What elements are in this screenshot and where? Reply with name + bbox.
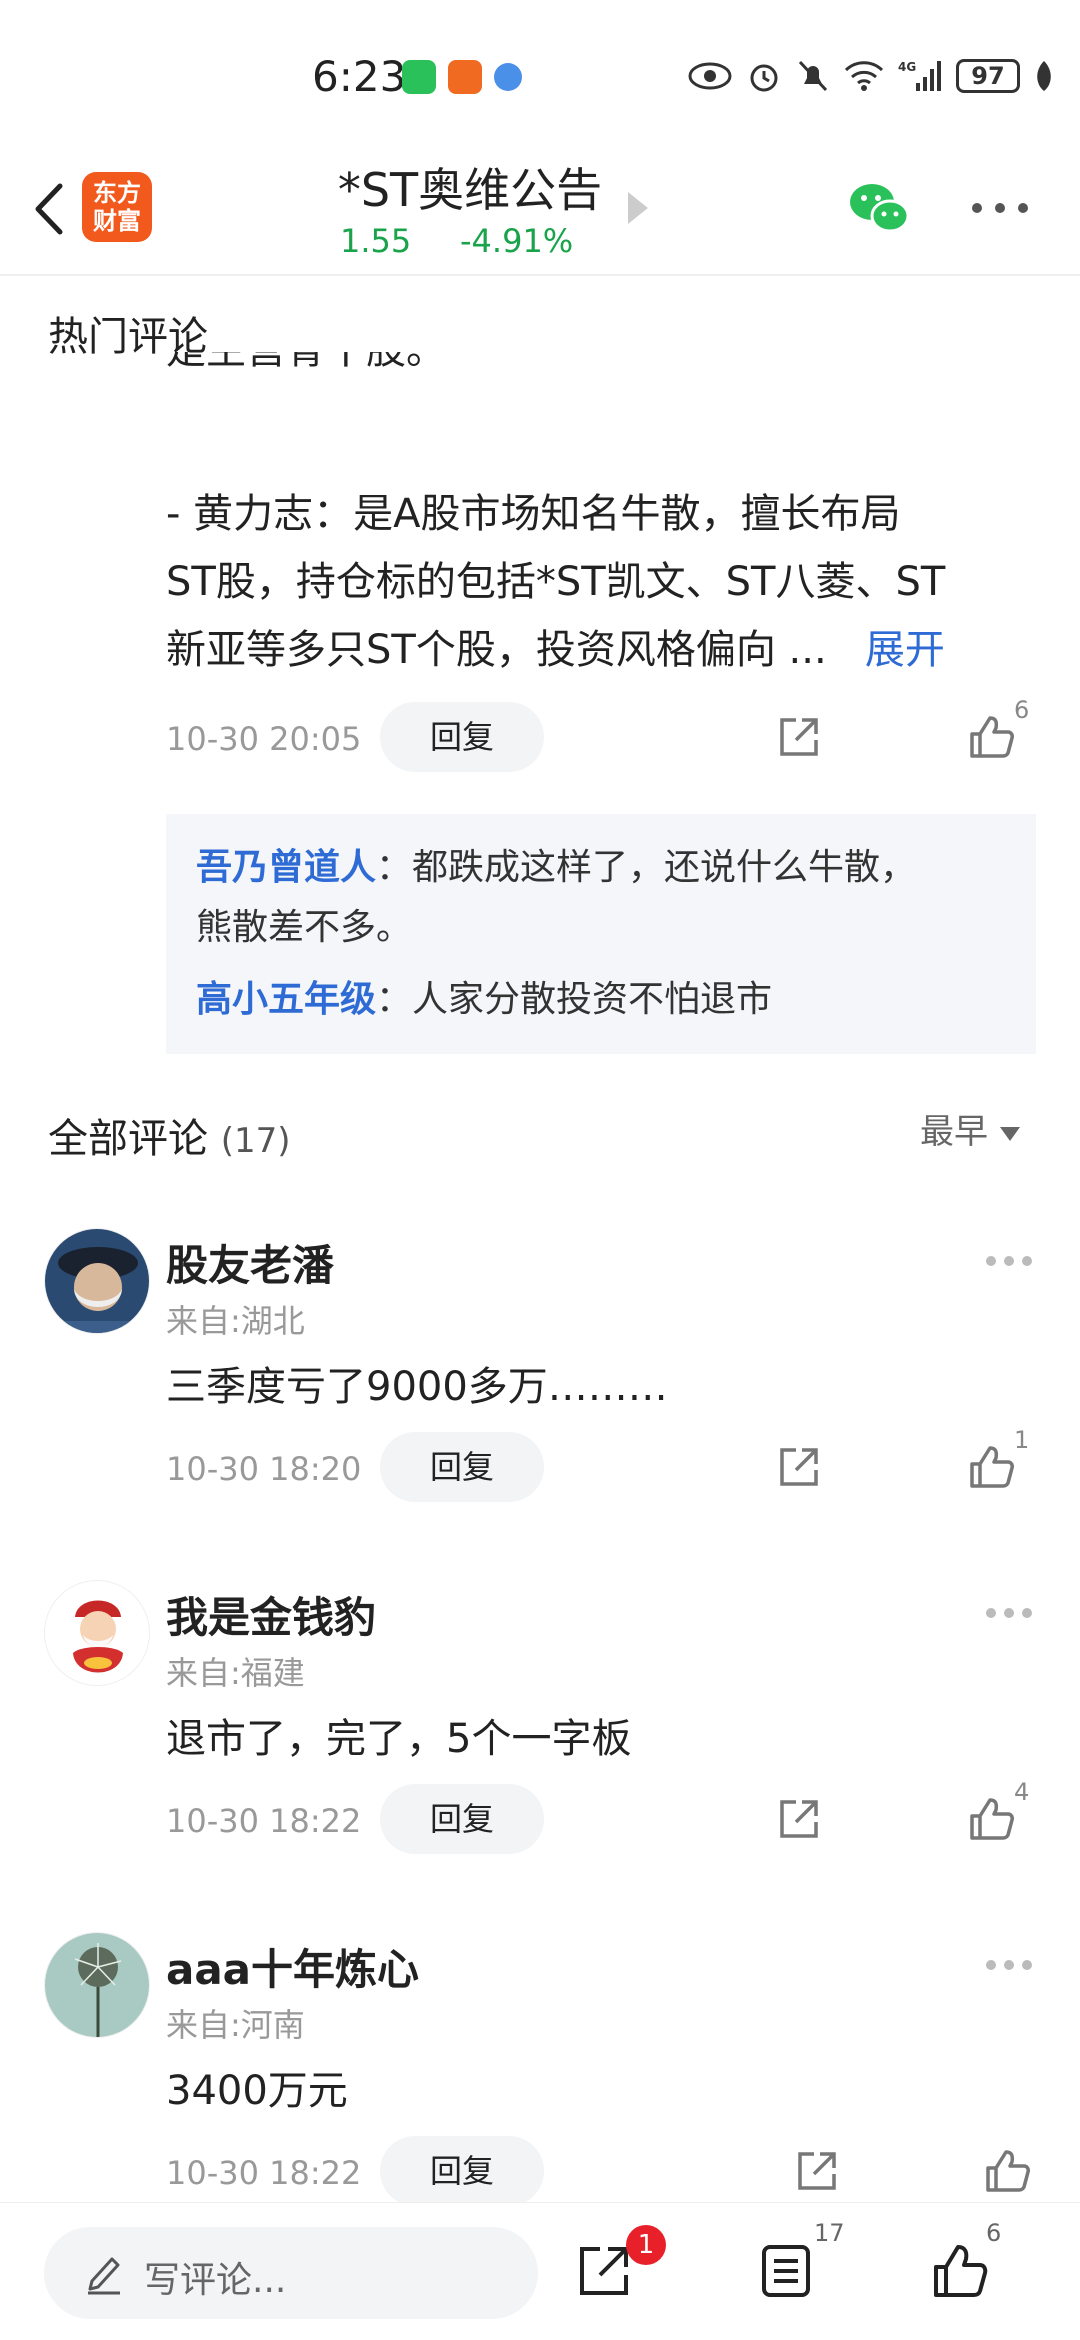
like-count: 6 — [1014, 696, 1030, 724]
sub-reply-text-cont: 熊散差不多。 — [196, 907, 413, 948]
expand-link[interactable]: 展开 — [865, 627, 945, 673]
mute-icon — [798, 60, 828, 92]
bottom-action-bar: 写评论... 1 17 6 — [0, 2202, 1080, 2340]
sort-dropdown[interactable]: 最早 — [920, 1104, 1020, 1153]
thumbs-up-icon[interactable] — [966, 1794, 1016, 1844]
avatar[interactable] — [44, 1228, 150, 1334]
wechat-share-icon[interactable] — [846, 180, 912, 236]
back-arrow-icon[interactable] — [20, 174, 80, 244]
reply-button[interactable]: 回复 — [380, 2136, 544, 2206]
comment-text: 三季度亏了9000多万……… — [166, 1364, 668, 1410]
sub-reply[interactable]: 吾乃曾道人：都跌成这样了，还说什么牛散， — [196, 838, 1006, 898]
sub-reply-text: 人家分散投资不怕退市 — [412, 979, 773, 1020]
wechat-notification-icon — [402, 60, 436, 94]
comment-actions: 10-30 18:22 回复 — [166, 2136, 1046, 2208]
truncated-text: 是主营骨干股。 — [166, 352, 1026, 370]
comment-author[interactable]: aaa十年炼心 — [166, 1936, 419, 1997]
sub-reply-author[interactable]: 高小五年级 — [196, 979, 376, 1020]
comment-count: 17 — [814, 2219, 845, 2247]
hot-comment-line-last: 新亚等多只ST个股，投资风格偏向 ... 展开 — [166, 616, 1026, 684]
hot-comment-body: - 黄力志：是A股市场知名牛散，擅长布局 ST股，持仓标的包括*ST凯文、ST八… — [166, 480, 1026, 684]
comment-actions: 10-30 18:22 回复 4 — [166, 1778, 1046, 1856]
hot-comment-actions: 10-30 20:05 回复 6 — [166, 696, 1046, 774]
stock-change: -4.91% — [460, 222, 574, 260]
comment-author[interactable]: 股友老潘 — [166, 1232, 334, 1293]
comment-location: 来自:湖北 — [166, 1302, 305, 1340]
status-bar: 6:23 4G 97 — [0, 0, 1080, 150]
sub-reply-author[interactable]: 吾乃曾道人 — [196, 847, 376, 888]
share-badge: 1 — [626, 2225, 666, 2265]
system-status-icons: 4G 97 — [688, 58, 1054, 94]
reply-button[interactable]: 回复 — [380, 1784, 544, 1854]
like-count: 4 — [1014, 1778, 1030, 1806]
leaf-icon — [1037, 61, 1051, 91]
share-icon[interactable] — [794, 2148, 840, 2194]
comment-time: 10-30 18:20 — [166, 1450, 362, 1488]
comment-text: 3400万元 — [166, 2068, 348, 2114]
svg-text:4G: 4G — [898, 60, 916, 74]
share-icon[interactable] — [776, 1444, 822, 1490]
comment-location: 来自:福建 — [166, 1654, 305, 1692]
thumbs-up-icon[interactable] — [930, 2241, 990, 2301]
eastmoney-logo: 东方 财富 — [82, 172, 152, 242]
all-comments-title: 全部评论 — [48, 1116, 208, 1162]
comment-placeholder: 写评论... — [144, 2260, 287, 2301]
page-title[interactable]: *ST奥维公告 — [300, 154, 640, 220]
logo-text-bottom: 财富 — [93, 207, 141, 235]
pencil-icon — [88, 2257, 120, 2295]
comment-actions: 10-30 18:20 回复 1 — [166, 1426, 1046, 1504]
comment-time: 10-30 18:22 — [166, 2154, 362, 2192]
sub-replies-box: 吾乃曾道人：都跌成这样了，还说什么牛散， 熊散差不多。 高小五年级：人家分散投资… — [166, 814, 1036, 1054]
all-comments-count: (17) — [220, 1121, 291, 1161]
alarm-icon — [750, 64, 778, 92]
comment-more-icon[interactable] — [986, 1960, 1032, 1972]
sub-reply[interactable]: 高小五年级：人家分散投资不怕退市 — [196, 970, 1006, 1030]
battery-indicator: 97 — [956, 59, 1020, 93]
reply-button[interactable]: 回复 — [380, 702, 544, 772]
write-comment-input[interactable]: 写评论... — [44, 2227, 538, 2319]
app-notification-icon — [448, 60, 482, 94]
thumbs-up-icon[interactable] — [966, 712, 1016, 762]
comment-author[interactable]: 我是金钱豹 — [166, 1584, 376, 1645]
eye-icon — [688, 62, 732, 90]
cellular-signal-icon: 4G — [898, 60, 941, 91]
comment-more-icon[interactable] — [986, 1256, 1032, 1268]
avatar[interactable] — [44, 1932, 150, 2038]
sort-label: 最早 — [920, 1112, 988, 1152]
notification-icons — [402, 60, 522, 94]
truncated-line: 是主营骨干股。 — [166, 352, 1026, 376]
all-comments-header: 全部评论 (17) — [48, 1106, 291, 1164]
share-icon[interactable] — [574, 2241, 634, 2301]
comment-time: 10-30 18:22 — [166, 1802, 362, 1840]
browser-notification-icon — [494, 63, 522, 91]
title-arrow-icon[interactable] — [628, 192, 648, 224]
reply-button[interactable]: 回复 — [380, 1432, 544, 1502]
comment-more-icon[interactable] — [986, 1608, 1032, 1620]
top-nav-bar: 东方 财富 *ST奥维公告 1.55 -4.91% — [0, 150, 1080, 276]
like-count: 6 — [986, 2219, 1002, 2247]
thumbs-up-icon[interactable] — [966, 1442, 1016, 1492]
stock-price: 1.55 — [340, 222, 412, 260]
hot-comment-line: - 黄力志：是A股市场知名牛散，擅长布局 — [166, 491, 901, 537]
thumbs-up-icon[interactable] — [982, 2146, 1032, 2196]
comments-list-icon[interactable] — [756, 2241, 816, 2301]
share-icon[interactable] — [776, 714, 822, 760]
comment-location: 来自:河南 — [166, 2006, 305, 2044]
logo-text-top: 东方 — [93, 179, 141, 207]
sub-reply-text: 都跌成这样了，还说什么牛散， — [412, 847, 917, 888]
avatar[interactable] — [44, 1580, 150, 1686]
wifi-icon — [844, 61, 884, 91]
like-count: 1 — [1014, 1426, 1030, 1454]
status-time: 6:23 — [312, 52, 407, 101]
sub-reply-sep: ： — [376, 979, 413, 1020]
hot-comment-line-text: 新亚等多只ST个股，投资风格偏向 ... — [166, 627, 827, 673]
hot-comment-line: ST股，持仓标的包括*ST凯文、ST八菱、ST — [166, 559, 946, 605]
comment-text: 退市了，完了，5个一字板 — [166, 1716, 632, 1762]
more-options-icon[interactable] — [972, 200, 1028, 216]
sub-reply-sep: ： — [376, 847, 413, 888]
share-icon[interactable] — [776, 1796, 822, 1842]
caret-down-icon — [1000, 1126, 1020, 1141]
comment-time: 10-30 20:05 — [166, 720, 362, 758]
